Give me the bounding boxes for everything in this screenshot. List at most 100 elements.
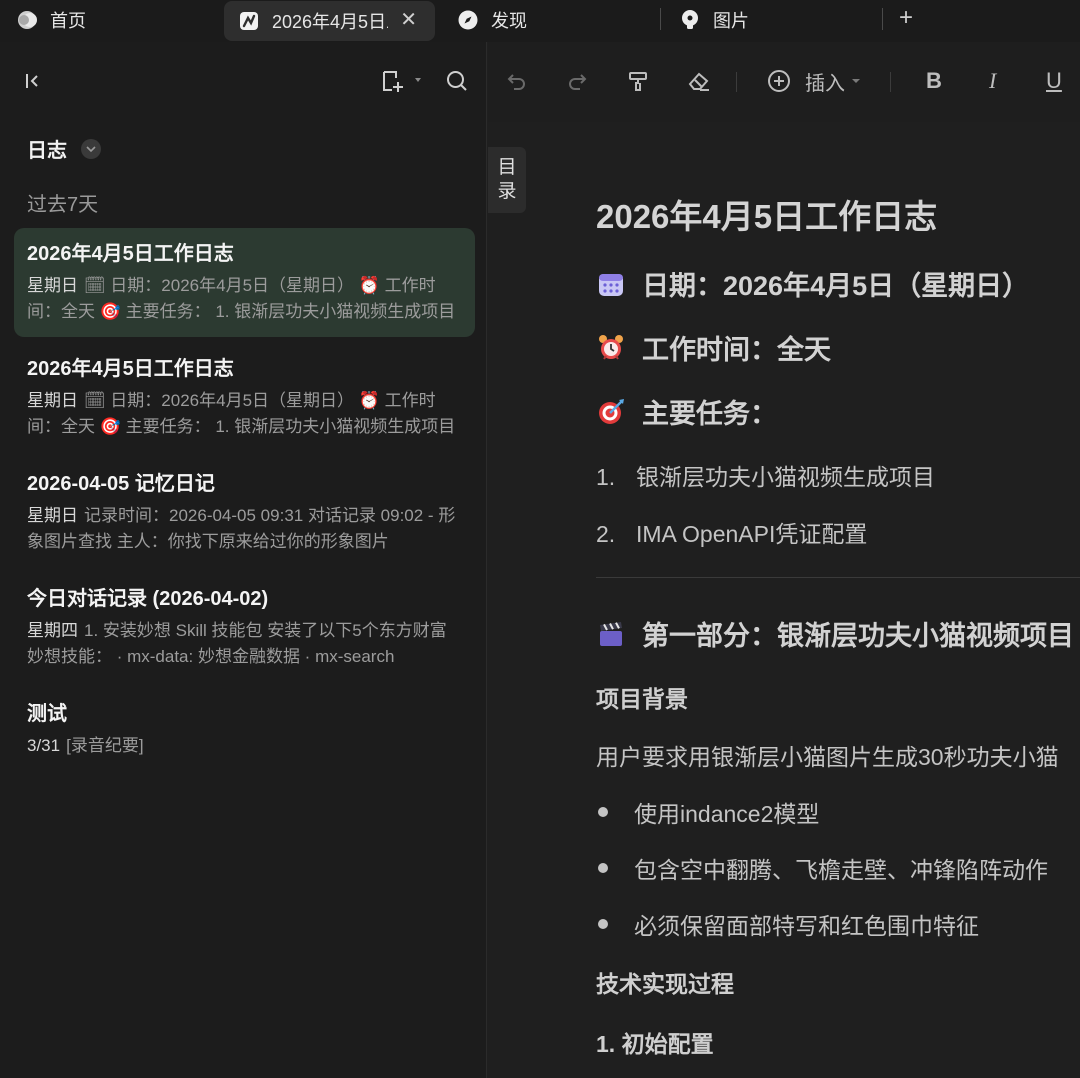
note-preview-text: 1. 安装妙想 Skill 技能包 安装了以下5个东方财富妙想技能： · mx-… bbox=[27, 621, 447, 666]
tab-divider bbox=[882, 8, 883, 30]
note-title: 测试 bbox=[27, 703, 67, 725]
chevron-down-icon bbox=[81, 138, 101, 159]
tasks-heading: 主要任务： bbox=[596, 392, 777, 431]
app-logo-icon bbox=[16, 9, 38, 31]
tab-pictures-label: 图片 bbox=[713, 11, 749, 31]
insert-button[interactable]: 插入 bbox=[767, 66, 861, 96]
task-list-item: 1. 银渐层功夫小猫视频生成项目 bbox=[596, 458, 935, 492]
search-icon[interactable] bbox=[445, 69, 469, 93]
note-title: 2026-04-05 记忆日记 bbox=[27, 473, 215, 495]
bullet-text: 必须保留面部特写和红色围巾特征 bbox=[634, 913, 979, 939]
note-day: 星期日 bbox=[27, 276, 78, 295]
toolbar-divider bbox=[736, 72, 737, 92]
note-day: 星期日 bbox=[27, 506, 78, 525]
date-heading-text: 日期：2026年4月5日（星期日） bbox=[642, 271, 1030, 301]
note-preview: 星期日 记录时间：2026-04-05 09:31 对话记录 09:02 - 形象… bbox=[27, 503, 462, 555]
note-title: 今日对话记录 (2026-04-02) bbox=[27, 588, 269, 610]
insert-label: 插入 bbox=[805, 72, 845, 95]
close-tab-icon[interactable]: ✕ bbox=[400, 7, 417, 32]
target-icon bbox=[596, 398, 626, 426]
sidebar: 日志 过去7天 2026年4月5日工作日志 星期日 🗓 日期：2026年4月5日（… bbox=[0, 42, 487, 1078]
tab-pictures[interactable]: 图片 bbox=[679, 0, 749, 40]
tab-active-note[interactable]: 2026年4月5日工作日志 ✕ bbox=[224, 1, 435, 41]
calendar-icon bbox=[596, 270, 626, 298]
bullet-item: 必须保留面部特写和红色围巾特征 bbox=[596, 907, 979, 941]
new-note-icon[interactable] bbox=[380, 68, 424, 94]
redo-icon[interactable] bbox=[566, 66, 588, 96]
tab-active-label: 2026年4月5日工作日志 bbox=[272, 12, 388, 32]
bold-button[interactable]: B bbox=[926, 66, 942, 96]
document-body[interactable]: 2026年4月5日工作日志 日期：2026年4月5日（星期日） 工作时间：全天 … bbox=[488, 122, 1080, 1078]
notebook-selector[interactable]: 日志 bbox=[27, 134, 101, 163]
bullet-item: 包含空中翻腾、飞檐走壁、冲锋陷阵动作 bbox=[596, 851, 1048, 885]
task-list-item: 2. IMA OpenAPI凭证配置 bbox=[596, 515, 867, 549]
bullet-dot bbox=[598, 807, 608, 817]
editor-toolbar: 插入 B I U bbox=[488, 42, 1080, 122]
plus-circle-icon bbox=[768, 70, 790, 92]
tab-bar: 首页 2026年4月5日工作日志 ✕ 发现 图片 + bbox=[0, 0, 1080, 42]
note-title: 2026年4月5日工作日志 bbox=[27, 358, 234, 380]
note-list-item[interactable]: 2026-04-05 记忆日记 星期日 记录时间：2026-04-05 09:31… bbox=[14, 458, 475, 567]
bullet-dot bbox=[598, 919, 608, 929]
note-preview-text: [录音纪要] bbox=[66, 736, 144, 755]
undo-icon[interactable] bbox=[506, 66, 528, 96]
tab-divider bbox=[660, 8, 661, 30]
table-of-contents-tab[interactable]: 目 录 bbox=[488, 147, 526, 213]
horizontal-divider bbox=[596, 577, 1080, 578]
format-painter-icon[interactable] bbox=[627, 66, 649, 96]
note-preview-text: 记录时间：2026-04-05 09:31 对话记录 09:02 - 形象图片查… bbox=[27, 506, 456, 551]
clapperboard-icon bbox=[596, 620, 626, 648]
part1-heading-text: 第一部分：银渐层功夫小猫视频项目 bbox=[642, 621, 1074, 651]
tasks-heading-text: 主要任务： bbox=[642, 399, 777, 429]
background-paragraph: 用户要求用银渐层小猫图片生成30秒功夫小猫 bbox=[596, 744, 1059, 770]
task-text: IMA OpenAPI凭证配置 bbox=[636, 521, 868, 547]
list-number: 2. bbox=[596, 521, 616, 547]
note-preview: 3/31 [录音纪要] bbox=[27, 733, 462, 785]
caret-down-icon bbox=[852, 79, 860, 83]
compass-icon bbox=[457, 9, 479, 31]
note-preview-text: 🗓 日期：2026年4月5日（星期日） ⏰ 工作时间：全天 🎯 主要任务： 1.… bbox=[27, 391, 456, 436]
bullet-text: 使用indance2模型 bbox=[634, 801, 820, 827]
bullet-item: 使用indance2模型 bbox=[596, 795, 819, 829]
note-list-item[interactable]: 2026年4月5日工作日志 星期日 🗓 日期：2026年4月5日（星期日） ⏰ 工… bbox=[14, 228, 475, 337]
note-preview: 星期日 🗓 日期：2026年4月5日（星期日） ⏰ 工作时间：全天 🎯 主要任务：… bbox=[27, 273, 462, 325]
part1-heading: 第一部分：银渐层功夫小猫视频项目 bbox=[596, 614, 1074, 653]
notebook-title: 日志 bbox=[27, 140, 67, 162]
tab-discover-label: 发现 bbox=[491, 11, 527, 31]
bullet-dot bbox=[598, 863, 608, 873]
toolbar-divider bbox=[890, 72, 891, 92]
eraser-icon[interactable] bbox=[687, 66, 711, 96]
new-tab-button[interactable]: + bbox=[899, 4, 913, 32]
background-heading: 项目背景 bbox=[596, 686, 688, 712]
note-day: 星期四 bbox=[27, 621, 78, 640]
underline-button[interactable]: U bbox=[1046, 66, 1062, 96]
tech-heading: 技术实现过程 bbox=[596, 971, 734, 997]
toc-label-2: 录 bbox=[497, 181, 517, 202]
note-day: 3/31 bbox=[27, 736, 61, 755]
note-preview-text: 🗓 日期：2026年4月5日（星期日） ⏰ 工作时间：全天 🎯 主要任务： 1.… bbox=[27, 276, 456, 321]
toc-label-1: 目 bbox=[497, 157, 517, 178]
note-day: 星期日 bbox=[27, 391, 78, 410]
work-time-heading: 工作时间：全天 bbox=[596, 328, 831, 367]
work-time-text: 工作时间：全天 bbox=[642, 335, 831, 365]
group-label: 过去7天 bbox=[27, 194, 99, 216]
note-list-item[interactable]: 今日对话记录 (2026-04-02) 星期四 1. 安装妙想 Skill 技能包… bbox=[14, 573, 475, 682]
date-heading: 日期：2026年4月5日（星期日） bbox=[596, 264, 1029, 303]
note-list-item[interactable]: 2026年4月5日工作日志 星期日 🗓 日期：2026年4月5日（星期日） ⏰ 工… bbox=[14, 343, 475, 452]
note-list-item[interactable]: 测试 3/31 [录音纪要] bbox=[14, 688, 475, 797]
note-preview: 星期日 🗓 日期：2026年4月5日（星期日） ⏰ 工作时间：全天 🎯 主要任务：… bbox=[27, 388, 462, 440]
tab-discover[interactable]: 发现 bbox=[457, 0, 527, 40]
bullet-text: 包含空中翻腾、飞檐走壁、冲锋陷阵动作 bbox=[634, 857, 1048, 883]
lightbulb-icon bbox=[679, 9, 701, 31]
document-title[interactable]: 2026年4月5日工作日志 bbox=[596, 190, 937, 238]
alarm-clock-icon bbox=[596, 334, 626, 362]
note-icon bbox=[238, 10, 260, 32]
step1-heading: 1. 初始配置 bbox=[596, 1031, 714, 1057]
list-number: 1. bbox=[596, 464, 616, 490]
note-title: 2026年4月5日工作日志 bbox=[27, 243, 234, 265]
tab-home[interactable]: 首页 bbox=[16, 0, 86, 40]
note-preview: 星期四 1. 安装妙想 Skill 技能包 安装了以下5个东方财富妙想技能： · … bbox=[27, 618, 462, 670]
tab-home-label: 首页 bbox=[50, 11, 86, 31]
collapse-sidebar-icon[interactable] bbox=[22, 70, 44, 92]
italic-button[interactable]: I bbox=[989, 66, 996, 96]
